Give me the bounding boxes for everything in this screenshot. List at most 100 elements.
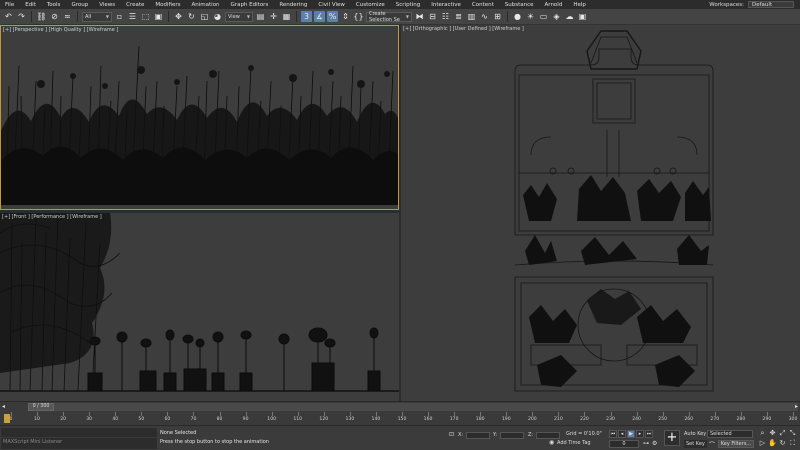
- redo-icon[interactable]: ↷: [16, 11, 27, 22]
- menu-interactive[interactable]: Interactive: [431, 2, 461, 8]
- menu-help[interactable]: Help: [573, 2, 586, 8]
- reference-coord-dropdown[interactable]: View ▼: [225, 11, 253, 22]
- z-coordinate-field[interactable]: [536, 431, 561, 439]
- zoom-extents-all-icon[interactable]: ⤡: [788, 429, 797, 438]
- set-keys-plus-icon[interactable]: +: [664, 430, 680, 446]
- key-filters-button[interactable]: Key Filters...: [718, 440, 754, 448]
- toggle-ribbon-icon[interactable]: ▥: [466, 11, 477, 22]
- y-coordinate-field[interactable]: [500, 431, 525, 439]
- snap-3d-icon[interactable]: 3: [301, 11, 312, 22]
- field-of-view-icon[interactable]: ▷: [758, 439, 767, 448]
- select-manipulate-icon[interactable]: ✛: [268, 11, 279, 22]
- absolute-mode-transform-icon[interactable]: ⊡: [449, 431, 454, 438]
- maxscript-listener[interactable]: MAXScript Mini Listener: [1, 428, 157, 449]
- add-time-tag[interactable]: Add Time Tag: [557, 440, 591, 446]
- unlink-icon[interactable]: ⊘: [49, 11, 60, 22]
- orbit-icon[interactable]: ↻: [778, 439, 787, 448]
- front-viewport[interactable]: [+] [Front ] [Performance ] [Wireframe ]: [0, 212, 399, 401]
- undo-icon[interactable]: ↶: [3, 11, 14, 22]
- menu-content[interactable]: Content: [472, 2, 494, 8]
- go-to-end-icon[interactable]: ⏭: [645, 430, 653, 438]
- track-bar[interactable]: 0 10 20 30 40 50 60 70 80 90 100 110 120 130 140 150 160…: [8, 412, 797, 426]
- front-viewport-label[interactable]: [+] [Front ] [Performance ] [Wireframe ]: [2, 214, 102, 220]
- edit-named-selection-icon[interactable]: {}: [353, 11, 364, 22]
- zoom-all-icon[interactable]: ✥: [768, 429, 777, 438]
- material-editor-icon[interactable]: ●: [512, 11, 523, 22]
- align-icon[interactable]: ⊟: [427, 11, 438, 22]
- scale-icon[interactable]: ◱: [199, 11, 210, 22]
- pivot-center-icon[interactable]: ▤: [255, 11, 266, 22]
- time-configuration-icon[interactable]: ⚙: [652, 440, 657, 447]
- menu-group[interactable]: Group: [71, 2, 88, 8]
- named-selection-sets-dropdown[interactable]: Create Selection Se ▼: [366, 11, 412, 23]
- pan-icon[interactable]: ✋: [768, 439, 777, 448]
- play-icon[interactable]: ▶: [627, 430, 635, 438]
- selection-filter-dropdown[interactable]: All ▼: [82, 11, 112, 22]
- menu-animation[interactable]: Animation: [192, 2, 220, 8]
- spinner-snap-icon[interactable]: ⇕: [340, 11, 351, 22]
- link-icon[interactable]: ⛓: [36, 11, 47, 22]
- current-frame-field[interactable]: 0: [609, 440, 639, 448]
- timeline-tick-mark: [167, 412, 169, 416]
- bind-spacewarp-icon[interactable]: ≈: [62, 11, 73, 22]
- menu-rendering[interactable]: Rendering: [279, 2, 307, 8]
- percent-snap-icon[interactable]: %: [327, 11, 338, 22]
- next-frame-icon[interactable]: ▸: [795, 403, 798, 410]
- move-icon[interactable]: ✥: [173, 11, 184, 22]
- select-object-icon[interactable]: ▫: [114, 11, 125, 22]
- angle-snap-icon[interactable]: ∡: [314, 11, 325, 22]
- go-to-start-icon[interactable]: ⏮: [609, 430, 617, 438]
- set-key-button[interactable]: Set Key: [684, 440, 707, 448]
- select-by-name-icon[interactable]: ☰: [127, 11, 138, 22]
- menu-scripting[interactable]: Scripting: [396, 2, 420, 8]
- x-coordinate-field[interactable]: [466, 431, 491, 439]
- window-crossing-icon[interactable]: ▣: [153, 11, 164, 22]
- menu-views[interactable]: Views: [99, 2, 115, 8]
- perspective-viewport-label[interactable]: [+] [Perspective ] [High Quality ] [Wire…: [3, 27, 118, 33]
- rectangular-selection-icon[interactable]: ⬚: [140, 11, 151, 22]
- rotate-icon[interactable]: ↻: [186, 11, 197, 22]
- menu-file[interactable]: File: [5, 2, 14, 8]
- render-setup-icon[interactable]: ☀: [525, 11, 536, 22]
- mirror-icon[interactable]: ⧓: [414, 11, 425, 22]
- timeline-tick-label: 180: [475, 417, 485, 422]
- menu-arnold[interactable]: Arnold: [545, 2, 563, 8]
- menu-edit[interactable]: Edit: [25, 2, 36, 8]
- a360-gallery-icon[interactable]: ▣: [577, 11, 588, 22]
- place-icon[interactable]: ◕: [212, 11, 223, 22]
- menu-substance[interactable]: Substance: [505, 2, 534, 8]
- maximize-viewport-icon[interactable]: ⛶: [788, 439, 797, 448]
- keyboard-shortcut-override-icon[interactable]: ▦: [281, 11, 292, 22]
- render-in-cloud-icon[interactable]: ☁: [564, 11, 575, 22]
- toggle-layer-explorer-icon[interactable]: ≣: [453, 11, 464, 22]
- zoom-icon[interactable]: ⌕: [758, 429, 767, 438]
- menu-tools[interactable]: Tools: [47, 2, 61, 8]
- next-frame-icon[interactable]: ▸: [636, 430, 644, 438]
- previous-frame-icon[interactable]: ◂: [618, 430, 626, 438]
- key-mode-toggle-icon[interactable]: ⊶: [643, 440, 649, 447]
- time-slider-thumb[interactable]: 0 / 300: [28, 403, 54, 411]
- workspace-dropdown[interactable]: Default: [748, 1, 794, 8]
- listener-input-line[interactable]: MAXScript Mini Listener: [1, 437, 157, 446]
- menu-graph-editors[interactable]: Graph Editors: [231, 2, 269, 8]
- orthographic-viewport-label[interactable]: [+] [Orthographic ] [User Defined ] [Wir…: [403, 26, 524, 32]
- curve-editor-icon[interactable]: ∿: [479, 11, 490, 22]
- zoom-extents-icon[interactable]: ⤢: [778, 429, 787, 438]
- schematic-view-icon[interactable]: ⊞: [492, 11, 503, 22]
- rendered-frame-window-icon[interactable]: ▭: [538, 11, 549, 22]
- default-in-out-tangents-icon[interactable]: ⌒: [709, 440, 715, 449]
- perspective-viewport[interactable]: [+] [Perspective ] [High Quality ] [Wire…: [0, 25, 399, 210]
- auto-key-button[interactable]: Auto Key: [684, 430, 706, 438]
- toggle-scene-explorer-icon[interactable]: ☷: [440, 11, 451, 22]
- prev-frame-icon[interactable]: ◂: [2, 403, 5, 410]
- time-slider[interactable]: 0 / 300: [28, 403, 798, 411]
- menu-civil-view[interactable]: Civil View: [318, 2, 344, 8]
- listener-output-line[interactable]: [1, 428, 157, 437]
- timeline-tick-label: 200: [527, 417, 537, 422]
- orthographic-viewport[interactable]: [+] [Orthographic ] [User Defined ] [Wir…: [401, 25, 800, 401]
- menu-modifiers[interactable]: Modifiers: [155, 2, 180, 8]
- render-production-icon[interactable]: ◈: [551, 11, 562, 22]
- key-selection-dropdown[interactable]: Selected: [707, 430, 753, 438]
- menu-customize[interactable]: Customize: [356, 2, 385, 8]
- menu-create[interactable]: Create: [126, 2, 144, 8]
